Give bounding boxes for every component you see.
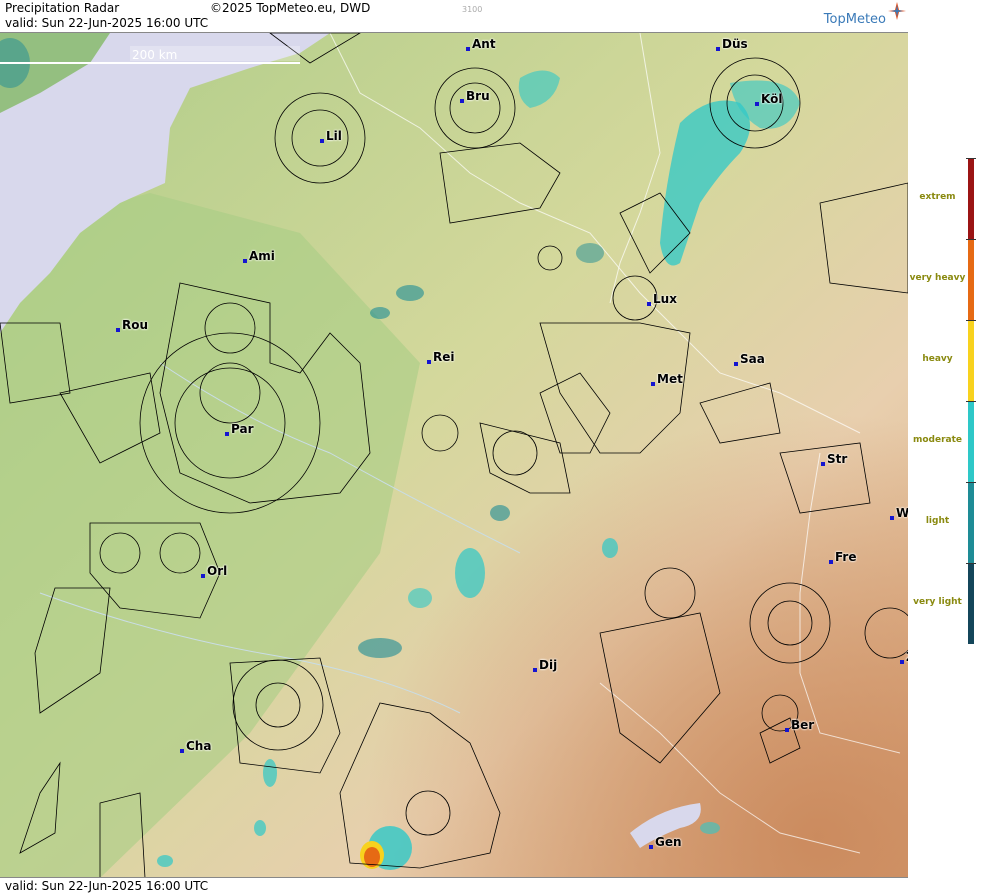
city-label: Bru bbox=[466, 89, 490, 103]
city-marker bbox=[651, 382, 655, 386]
legend-label: heavy bbox=[922, 354, 953, 364]
city-label: Saa bbox=[740, 352, 765, 366]
city-marker bbox=[243, 259, 247, 263]
legend-label: extrem bbox=[919, 192, 956, 202]
city-label: Cha bbox=[186, 739, 212, 753]
city-marker bbox=[647, 302, 651, 306]
footer-valid-time: valid: Sun 22-Jun-2025 16:00 UTC bbox=[5, 879, 209, 893]
city-label: Lil bbox=[326, 129, 342, 143]
city-marker bbox=[716, 47, 720, 51]
city-label: Str bbox=[827, 452, 848, 466]
valid-time: valid: Sun 22-Jun-2025 16:00 UTC bbox=[5, 16, 209, 30]
radar-map[interactable]: 200 km Ant Düs Bru Köl Lil Ami Lux Rou Rei Saa Met… bbox=[0, 33, 908, 878]
copyright: ©2025 TopMeteo.eu, DWD bbox=[210, 1, 371, 15]
map-title: Precipitation Radar bbox=[5, 1, 120, 15]
city-label: Par bbox=[231, 422, 254, 436]
city-marker bbox=[466, 47, 470, 51]
city-marker bbox=[201, 574, 205, 578]
city-label: Fre bbox=[835, 550, 857, 564]
city-marker bbox=[900, 660, 904, 664]
city-label: Met bbox=[657, 372, 683, 386]
footer-bar: valid: Sun 22-Jun-2025 16:00 UTC bbox=[0, 877, 908, 894]
city-marker bbox=[180, 749, 184, 753]
city-marker bbox=[427, 360, 431, 364]
city-marker bbox=[320, 139, 324, 143]
city-marker bbox=[225, 432, 229, 436]
city-label: Dij bbox=[539, 658, 558, 672]
city-marker bbox=[734, 362, 738, 366]
city-marker bbox=[785, 728, 789, 732]
map-canvas: 200 km bbox=[0, 33, 908, 878]
city-label: Gen bbox=[655, 835, 682, 849]
legend-tick bbox=[966, 158, 976, 159]
city-marker bbox=[649, 845, 653, 849]
city-label: Düs bbox=[722, 37, 748, 51]
precip-legend: extrem very heavy heavy moderate light very l… bbox=[909, 0, 1000, 893]
city-label: Z bbox=[906, 650, 908, 664]
city-marker bbox=[533, 668, 537, 672]
city-marker bbox=[829, 560, 833, 564]
city-label: Rou bbox=[122, 318, 149, 332]
compass-logo-icon bbox=[888, 2, 906, 20]
city-marker bbox=[116, 328, 120, 332]
city-marker bbox=[755, 102, 759, 106]
city-label: Köl bbox=[761, 92, 783, 106]
topmeteo-logo[interactable]: TopMeteo bbox=[824, 12, 886, 27]
legend-label: very light bbox=[913, 597, 962, 607]
legend-tick bbox=[966, 320, 976, 321]
city-marker bbox=[460, 99, 464, 103]
city-label: Ant bbox=[472, 37, 496, 51]
city-label: Orl bbox=[207, 564, 228, 578]
legend-tick bbox=[966, 482, 976, 483]
legend-tick bbox=[966, 563, 976, 564]
legend-tick bbox=[966, 401, 976, 402]
city-label: Ami bbox=[249, 249, 275, 263]
map-code: 3100 bbox=[462, 5, 483, 14]
city-label: Ber bbox=[791, 718, 815, 732]
legend-label: light bbox=[925, 516, 950, 526]
scale-label: 200 km bbox=[132, 48, 177, 62]
city-marker bbox=[821, 462, 825, 466]
legend-tick bbox=[966, 239, 976, 240]
legend-label: very heavy bbox=[909, 273, 966, 283]
header-bar: Precipitation Radar valid: Sun 22-Jun-20… bbox=[0, 0, 908, 33]
city-label: Rei bbox=[433, 350, 455, 364]
legend-label: moderate bbox=[912, 435, 963, 445]
city-label: Lux bbox=[653, 292, 677, 306]
